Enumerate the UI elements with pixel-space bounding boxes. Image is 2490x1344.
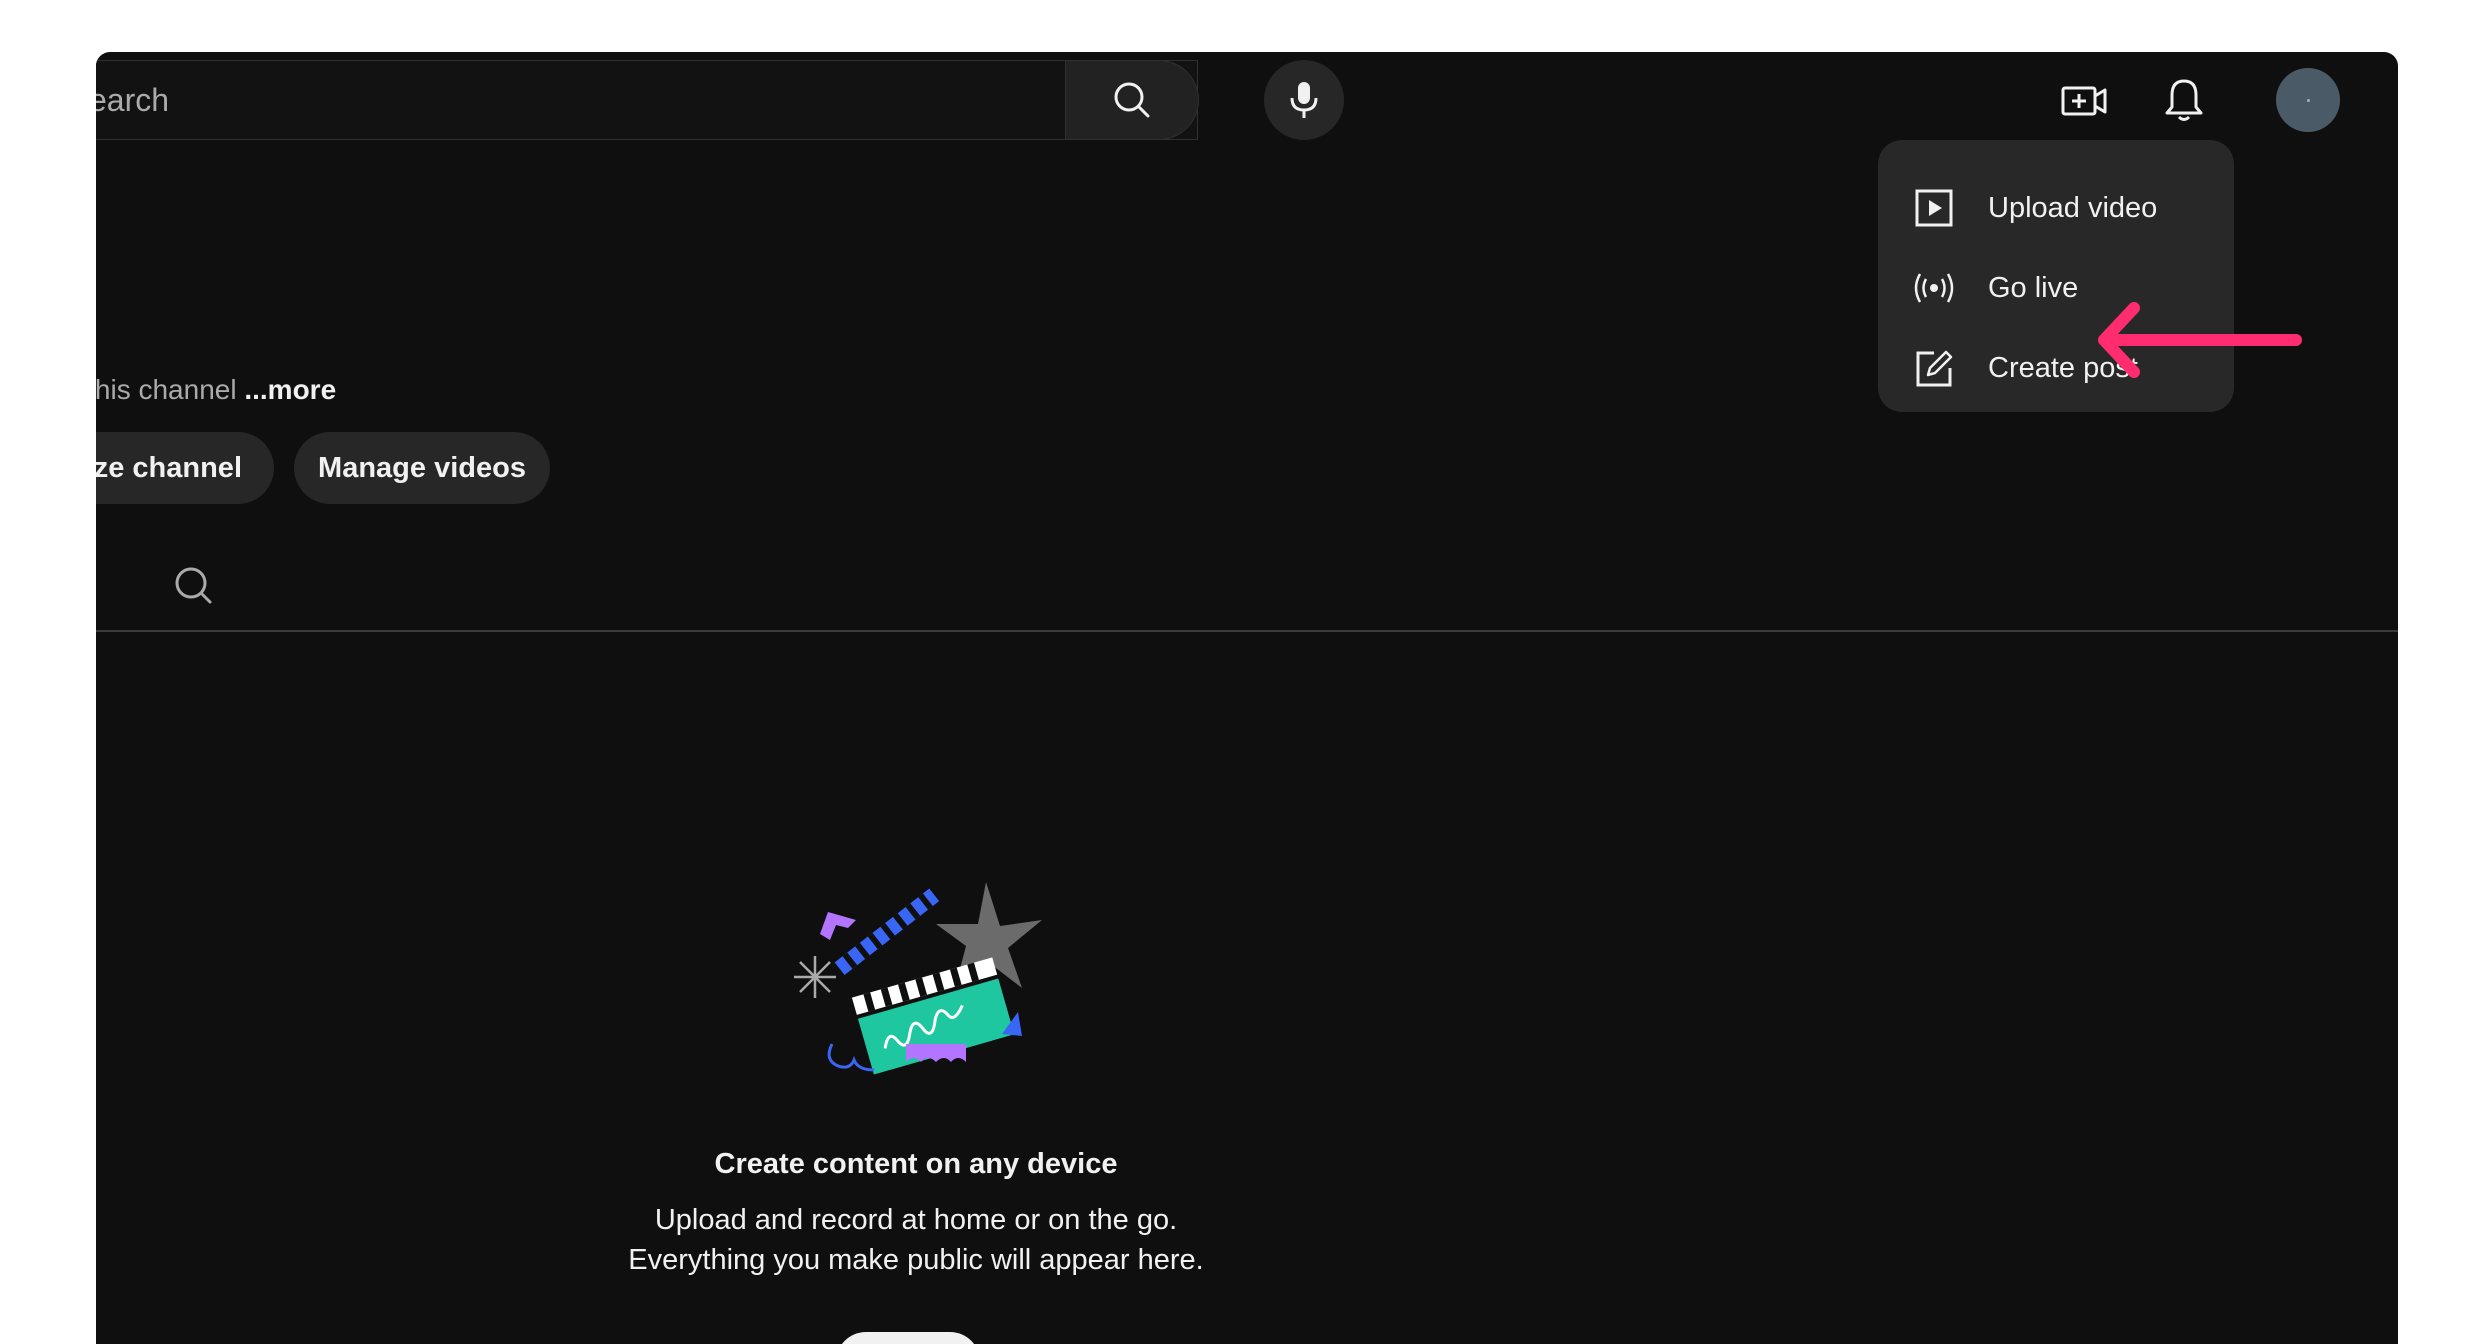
menu-item-label: Upload video — [1988, 191, 2158, 224]
app-window: a 6 ut this channel ...more nize channel… — [96, 52, 2398, 1344]
edit-post-icon — [1912, 346, 1956, 390]
search-icon — [175, 567, 212, 604]
search-input[interactable] — [96, 61, 1065, 139]
microphone-icon — [1290, 82, 1318, 118]
create-button[interactable] — [2056, 72, 2112, 128]
search-icon — [1114, 82, 1150, 118]
empty-state-line1: Upload and record at home or on the go. — [654, 1204, 1178, 1236]
channel-about-text: ut this channel — [96, 374, 237, 405]
empty-state-title: Create content on any device — [714, 1148, 1118, 1180]
create-cta-button[interactable] — [836, 1332, 980, 1344]
menu-item-upload-video[interactable]: Upload video — [1878, 168, 2234, 248]
annotation-arrow — [2098, 302, 2302, 378]
search-button[interactable] — [1065, 60, 1199, 140]
channel-about[interactable]: ut this channel ...more — [96, 374, 336, 406]
avatar-image — [2306, 98, 2310, 102]
bell-icon — [2165, 79, 2203, 121]
empty-state-line2: Everything you make public will appear h… — [628, 1244, 1204, 1276]
more-link[interactable]: ...more — [244, 374, 336, 405]
channel-search-button[interactable] — [168, 560, 220, 612]
menu-item-label: Go live — [1988, 271, 2079, 304]
live-broadcast-icon — [1912, 266, 1956, 310]
notifications-button[interactable] — [2156, 70, 2212, 130]
customize-channel-button[interactable]: nize channel — [96, 432, 274, 504]
search-bar — [96, 60, 1199, 140]
clapperboard-illustration — [794, 882, 1042, 1075]
video-plus-icon — [2061, 86, 2107, 116]
avatar[interactable] — [2276, 68, 2340, 132]
upload-play-icon — [1912, 186, 1956, 230]
tabs-divider — [96, 630, 2398, 632]
voice-search-button[interactable] — [1264, 60, 1344, 140]
manage-videos-button[interactable]: Manage videos — [294, 432, 550, 504]
